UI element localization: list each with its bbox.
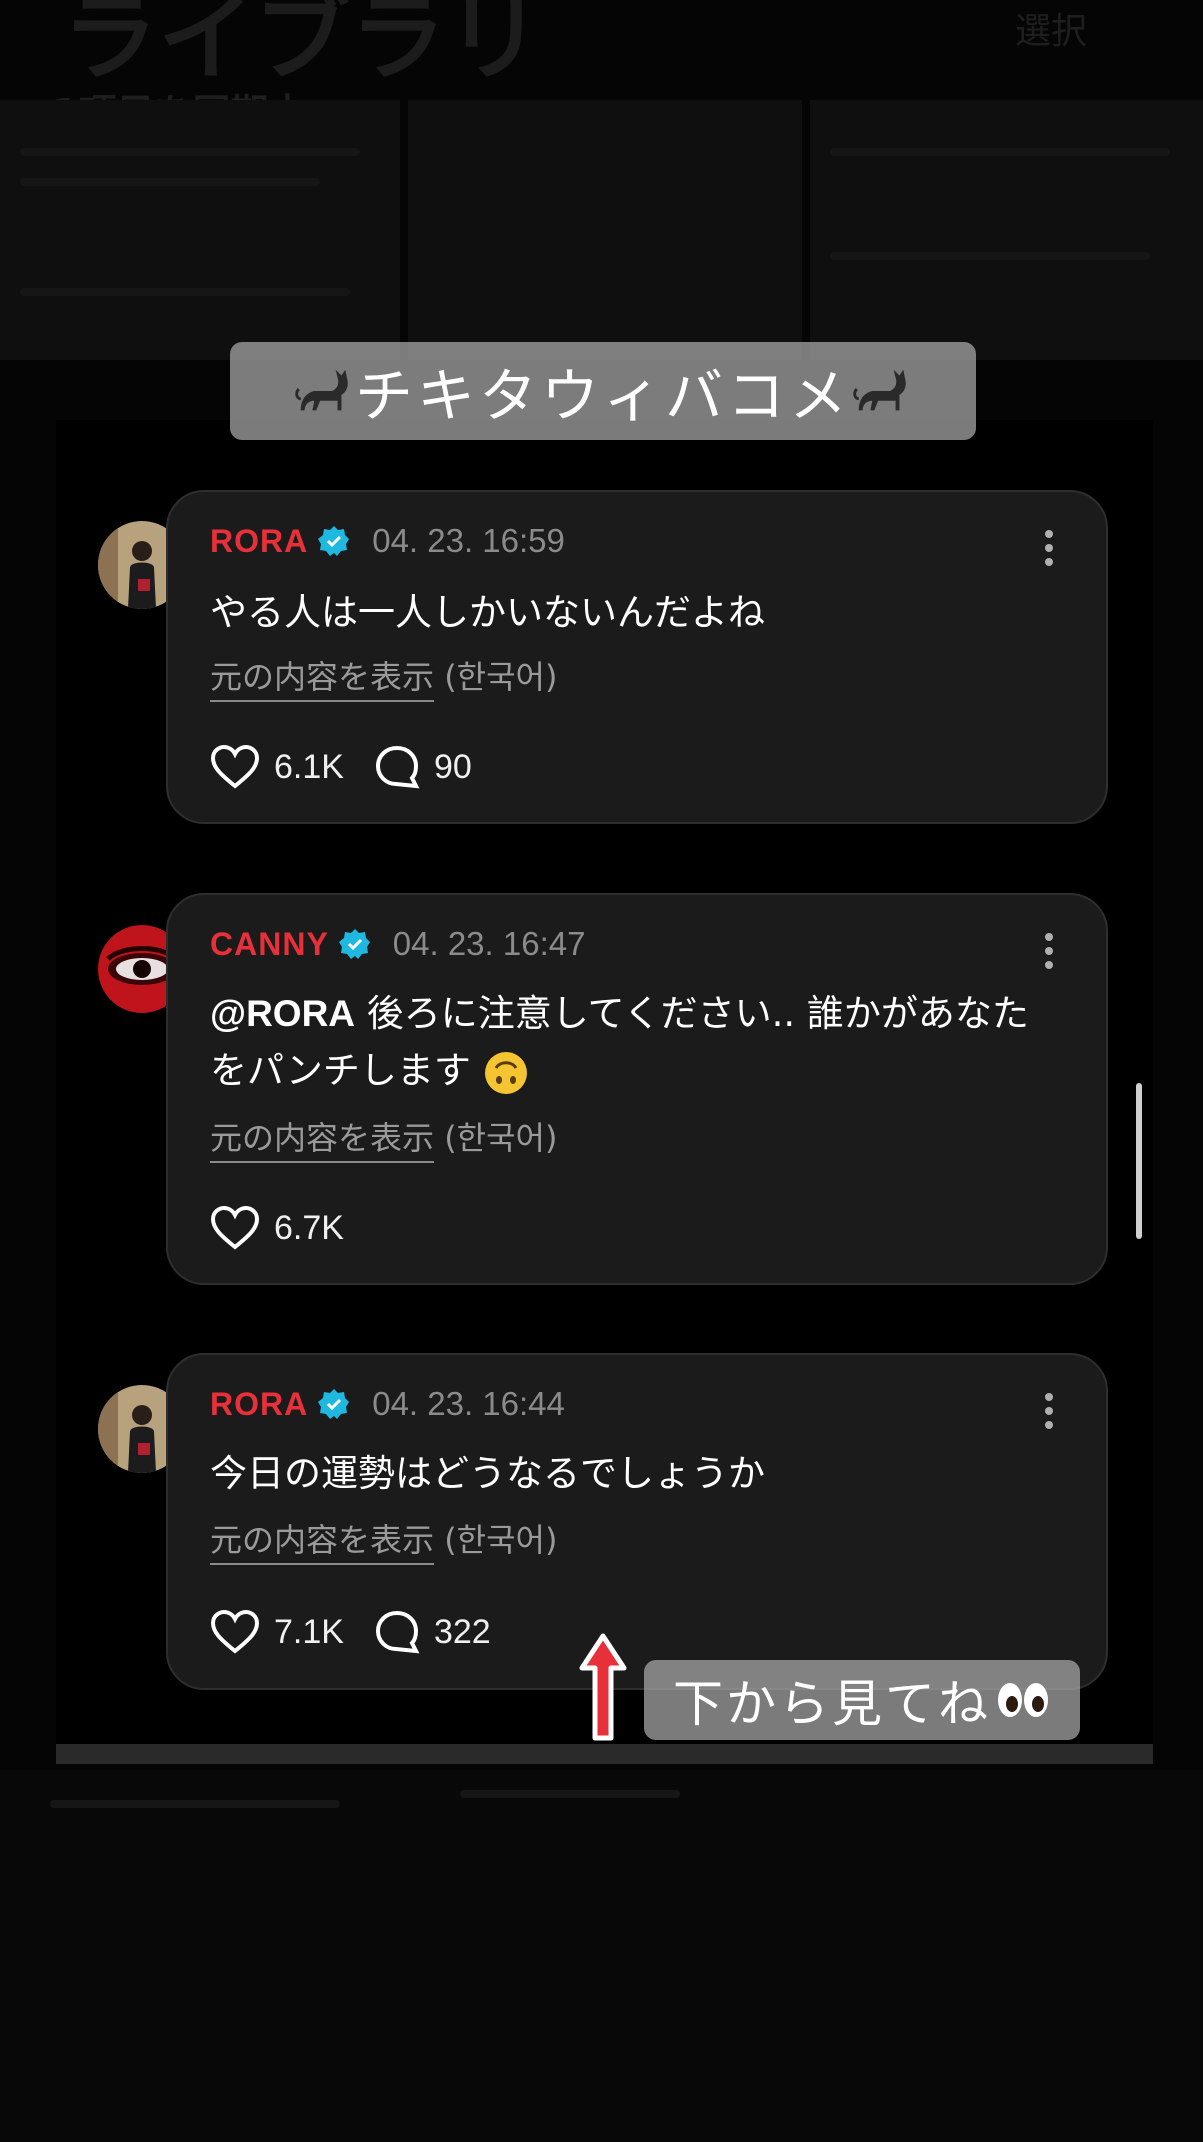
bg-text-line xyxy=(830,148,1170,156)
comment-actions: 7.1K 322 xyxy=(210,1609,491,1655)
reply-count: 322 xyxy=(433,1612,491,1651)
heart-icon[interactable] xyxy=(210,1609,260,1655)
show-original-link[interactable]: 元の内容を表示 xyxy=(210,658,435,702)
original-language: (한국어) xyxy=(444,1521,558,1559)
like-count: 7.1K xyxy=(274,1612,344,1651)
show-original-link[interactable]: 元の内容を表示 xyxy=(210,1521,435,1565)
username[interactable]: RORA xyxy=(210,1386,308,1423)
bg-text-line xyxy=(460,1790,680,1798)
comment-text: @RORA 後ろに注意してください.. 誰かがあなたをパンチします xyxy=(210,985,1060,1099)
eyes-icon xyxy=(998,1683,1048,1717)
black-cat-icon xyxy=(295,369,348,411)
bg-text-line xyxy=(20,148,360,156)
more-options-icon[interactable] xyxy=(1044,1391,1054,1431)
heart-icon[interactable] xyxy=(210,1205,260,1251)
reply-icon[interactable] xyxy=(374,744,420,790)
comment-actions: 6.7K xyxy=(210,1205,344,1251)
original-language: (한국어) xyxy=(444,658,558,696)
verified-badge-icon xyxy=(318,526,350,556)
hint-sticker: 下から見てね xyxy=(644,1660,1080,1740)
overlay-bottom-bar xyxy=(56,1744,1153,1764)
up-arrow-icon xyxy=(579,1633,627,1741)
username[interactable]: RORA xyxy=(210,523,308,560)
title-sticker-text: チキタウィバコメ xyxy=(354,362,851,430)
translate-row: 元の内容を表示 (한국어) xyxy=(210,1113,558,1163)
comment-card: RORA 04. 23. 16:59 やる人は一人しかいないんだよね 元の内容を… xyxy=(166,490,1108,824)
bg-text-line xyxy=(20,178,320,186)
like-count: 6.7K xyxy=(274,1208,344,1247)
bg-panel xyxy=(408,100,802,360)
more-options-icon[interactable] xyxy=(1044,528,1054,568)
timestamp: 04. 23. 16:44 xyxy=(372,1385,565,1422)
select-button[interactable]: 選択 xyxy=(1015,2,1087,54)
timestamp: 04. 23. 16:47 xyxy=(392,925,586,962)
show-original-link[interactable]: 元の内容を表示 xyxy=(210,1119,435,1163)
reply-count: 90 xyxy=(433,747,472,786)
bg-panel xyxy=(810,100,1203,360)
comment-text: 今日の運勢はどうなるでしょうか xyxy=(210,1452,765,1495)
like-count: 6.1K xyxy=(274,747,344,786)
black-cat-icon xyxy=(853,369,906,411)
hint-sticker-text: 下から見てね xyxy=(673,1675,991,1733)
original-language: (한국어) xyxy=(444,1119,558,1157)
verified-badge-icon xyxy=(338,929,370,959)
bg-text-line xyxy=(50,1800,340,1808)
comment-card: RORA 04. 23. 16:44 今日の運勢はどうなるでしょうか 元の内容を… xyxy=(166,1353,1108,1690)
scrollbar-thumb[interactable] xyxy=(1136,1083,1142,1239)
comment-header: RORA 04. 23. 16:44 xyxy=(210,1385,565,1423)
translate-row: 元の内容を表示 (한국어) xyxy=(210,652,558,702)
comment-card: CANNY 04. 23. 16:47 @RORA 後ろに注意してください.. … xyxy=(166,893,1108,1285)
verified-badge-icon xyxy=(318,1389,350,1419)
bg-text-line xyxy=(20,288,350,296)
reply-icon[interactable] xyxy=(374,1609,420,1655)
mention-link[interactable]: @RORA xyxy=(210,993,355,1034)
bg-panel xyxy=(0,1770,1203,2142)
title-sticker: チキタウィバコメ xyxy=(230,342,976,440)
comment-header: CANNY 04. 23. 16:47 xyxy=(210,925,585,963)
upside-down-face-icon xyxy=(484,1051,527,1094)
more-options-icon[interactable] xyxy=(1044,931,1054,971)
translate-row: 元の内容を表示 (한국어) xyxy=(210,1515,558,1565)
bg-text-line xyxy=(830,252,1150,260)
comment-header: RORA 04. 23. 16:59 xyxy=(210,522,565,560)
heart-icon[interactable] xyxy=(210,744,260,790)
bg-panel xyxy=(0,100,400,360)
comment-actions: 6.1K 90 xyxy=(210,744,472,790)
timestamp: 04. 23. 16:59 xyxy=(372,522,565,559)
comment-text: やる人は一人しかいないんだよね xyxy=(210,591,765,634)
username[interactable]: CANNY xyxy=(210,926,329,963)
